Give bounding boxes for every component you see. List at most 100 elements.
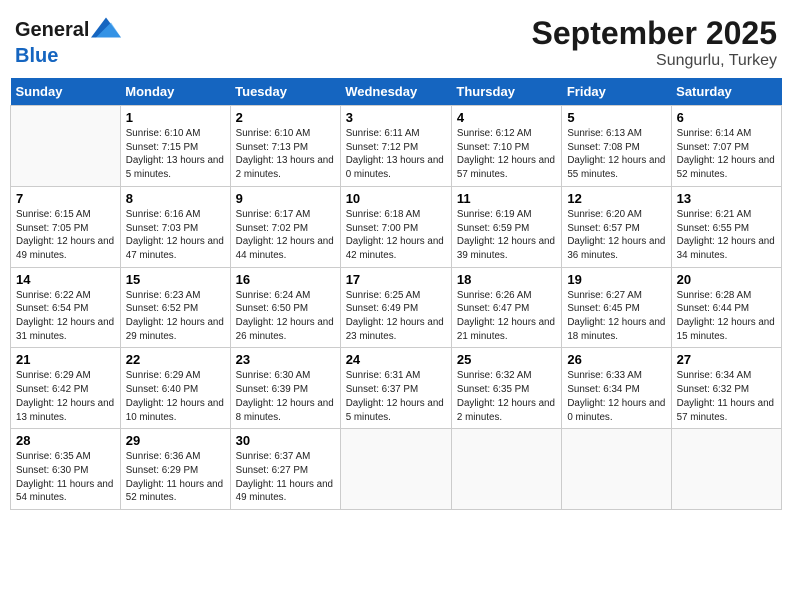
day-number: 14 bbox=[16, 272, 115, 287]
calendar-day-cell: 6 Sunrise: 6:14 AMSunset: 7:07 PMDaylight… bbox=[671, 106, 781, 187]
calendar-day-cell: 24 Sunrise: 6:31 AMSunset: 6:37 PMDayligh… bbox=[340, 348, 451, 429]
logo: General Blue bbox=[15, 15, 121, 67]
day-number: 29 bbox=[126, 433, 225, 448]
logo-text: General bbox=[15, 19, 89, 41]
calendar-day-cell bbox=[671, 429, 781, 510]
calendar-day-cell: 10Sunrise: 6:18 AMSunset: 7:00 PMDayligh… bbox=[340, 186, 451, 267]
day-of-week-header: Monday bbox=[120, 78, 230, 106]
day-number: 24 bbox=[346, 352, 446, 367]
calendar-day-cell: 26 Sunrise: 6:33 AMSunset: 6:34 PMDayligh… bbox=[562, 348, 671, 429]
day-info: Sunrise: 6:14 AMSunset: 7:07 PMDaylight:… bbox=[677, 127, 776, 182]
day-info: Sunrise: 6:27 AMSunset: 6:45 PMDaylight:… bbox=[567, 289, 665, 344]
calendar-day-cell: 27 Sunrise: 6:34 AMSunset: 6:32 PMDayligh… bbox=[671, 348, 781, 429]
day-number: 4 bbox=[457, 110, 556, 125]
day-number: 15 bbox=[126, 272, 225, 287]
calendar-table: SundayMondayTuesdayWednesdayThursdayFrid… bbox=[10, 78, 782, 510]
day-number: 2 bbox=[236, 110, 335, 125]
title-area: September 2025 Sungurlu, Turkey bbox=[532, 15, 777, 70]
calendar-week-row: 14 Sunrise: 6:22 AMSunset: 6:54 PMDayligh… bbox=[11, 267, 782, 348]
day-number: 3 bbox=[346, 110, 446, 125]
calendar-header-row: SundayMondayTuesdayWednesdayThursdayFrid… bbox=[11, 78, 782, 106]
day-number: 26 bbox=[567, 352, 665, 367]
calendar-day-cell: 20Sunrise: 6:28 AMSunset: 6:44 PMDayligh… bbox=[671, 267, 781, 348]
calendar-day-cell: 3 Sunrise: 6:11 AMSunset: 7:12 PMDaylight… bbox=[340, 106, 451, 187]
calendar-week-row: 21 Sunrise: 6:29 AMSunset: 6:42 PMDayligh… bbox=[11, 348, 782, 429]
calendar-day-cell: 30Sunrise: 6:37 AMSunset: 6:27 PMDayligh… bbox=[230, 429, 340, 510]
day-number: 17 bbox=[346, 272, 446, 287]
day-info: Sunrise: 6:33 AMSunset: 6:34 PMDaylight:… bbox=[567, 369, 665, 424]
calendar-day-cell: 15 Sunrise: 6:23 AMSunset: 6:52 PMDayligh… bbox=[120, 267, 230, 348]
calendar-day-cell bbox=[11, 106, 121, 187]
day-of-week-header: Saturday bbox=[671, 78, 781, 106]
day-info: Sunrise: 6:37 AMSunset: 6:27 PMDaylight:… bbox=[236, 450, 335, 505]
day-number: 18 bbox=[457, 272, 556, 287]
calendar-day-cell: 9 Sunrise: 6:17 AMSunset: 7:02 PMDaylight… bbox=[230, 186, 340, 267]
calendar-day-cell: 19 Sunrise: 6:27 AMSunset: 6:45 PMDayligh… bbox=[562, 267, 671, 348]
calendar-week-row: 1Sunrise: 6:10 AMSunset: 7:15 PMDaylight… bbox=[11, 106, 782, 187]
day-info: Sunrise: 6:31 AMSunset: 6:37 PMDaylight:… bbox=[346, 369, 446, 424]
calendar-day-cell: 23 Sunrise: 6:30 AMSunset: 6:39 PMDayligh… bbox=[230, 348, 340, 429]
calendar-day-cell bbox=[451, 429, 561, 510]
day-number: 28 bbox=[16, 433, 115, 448]
day-info: Sunrise: 6:15 AMSunset: 7:05 PMDaylight:… bbox=[16, 208, 115, 263]
calendar-week-row: 7 Sunrise: 6:15 AMSunset: 7:05 PMDaylight… bbox=[11, 186, 782, 267]
calendar-day-cell: 16 Sunrise: 6:24 AMSunset: 6:50 PMDayligh… bbox=[230, 267, 340, 348]
day-info: Sunrise: 6:28 AMSunset: 6:44 PMDaylight:… bbox=[677, 289, 776, 344]
calendar-day-cell: 12 Sunrise: 6:20 AMSunset: 6:57 PMDayligh… bbox=[562, 186, 671, 267]
day-number: 7 bbox=[16, 191, 115, 206]
logo-blue-text: Blue bbox=[15, 45, 121, 67]
calendar-day-cell: 8Sunrise: 6:16 AMSunset: 7:03 PMDaylight… bbox=[120, 186, 230, 267]
day-number: 12 bbox=[567, 191, 665, 206]
calendar-week-row: 28 Sunrise: 6:35 AMSunset: 6:30 PMDayligh… bbox=[11, 429, 782, 510]
day-number: 16 bbox=[236, 272, 335, 287]
day-number: 6 bbox=[677, 110, 776, 125]
day-info: Sunrise: 6:32 AMSunset: 6:35 PMDaylight:… bbox=[457, 369, 556, 424]
day-info: Sunrise: 6:17 AMSunset: 7:02 PMDaylight:… bbox=[236, 208, 335, 263]
calendar-day-cell: 28 Sunrise: 6:35 AMSunset: 6:30 PMDayligh… bbox=[11, 429, 121, 510]
subtitle: Sungurlu, Turkey bbox=[532, 52, 777, 70]
calendar-day-cell: 5 Sunrise: 6:13 AMSunset: 7:08 PMDaylight… bbox=[562, 106, 671, 187]
day-of-week-header: Tuesday bbox=[230, 78, 340, 106]
day-number: 27 bbox=[677, 352, 776, 367]
day-info: Sunrise: 6:24 AMSunset: 6:50 PMDaylight:… bbox=[236, 289, 335, 344]
calendar-day-cell: 2Sunrise: 6:10 AMSunset: 7:13 PMDaylight… bbox=[230, 106, 340, 187]
day-of-week-header: Friday bbox=[562, 78, 671, 106]
header: General Blue September 2025 Sungurlu, Tu… bbox=[10, 10, 782, 70]
day-info: Sunrise: 6:20 AMSunset: 6:57 PMDaylight:… bbox=[567, 208, 665, 263]
day-info: Sunrise: 6:11 AMSunset: 7:12 PMDaylight:… bbox=[346, 127, 446, 182]
main-title: September 2025 bbox=[532, 15, 777, 52]
day-number: 11 bbox=[457, 191, 556, 206]
day-info: Sunrise: 6:35 AMSunset: 6:30 PMDaylight:… bbox=[16, 450, 115, 505]
day-info: Sunrise: 6:30 AMSunset: 6:39 PMDaylight:… bbox=[236, 369, 335, 424]
day-number: 21 bbox=[16, 352, 115, 367]
calendar-day-cell: 13 Sunrise: 6:21 AMSunset: 6:55 PMDayligh… bbox=[671, 186, 781, 267]
calendar-day-cell: 18 Sunrise: 6:26 AMSunset: 6:47 PMDayligh… bbox=[451, 267, 561, 348]
calendar-day-cell: 7 Sunrise: 6:15 AMSunset: 7:05 PMDaylight… bbox=[11, 186, 121, 267]
day-of-week-header: Wednesday bbox=[340, 78, 451, 106]
day-info: Sunrise: 6:26 AMSunset: 6:47 PMDaylight:… bbox=[457, 289, 556, 344]
day-info: Sunrise: 6:29 AMSunset: 6:42 PMDaylight:… bbox=[16, 369, 115, 424]
day-info: Sunrise: 6:22 AMSunset: 6:54 PMDaylight:… bbox=[16, 289, 115, 344]
day-info: Sunrise: 6:25 AMSunset: 6:49 PMDaylight:… bbox=[346, 289, 446, 344]
day-info: Sunrise: 6:19 AMSunset: 6:59 PMDaylight:… bbox=[457, 208, 556, 263]
day-info: Sunrise: 6:36 AMSunset: 6:29 PMDaylight:… bbox=[126, 450, 225, 505]
day-info: Sunrise: 6:21 AMSunset: 6:55 PMDaylight:… bbox=[677, 208, 776, 263]
calendar-day-cell: 11 Sunrise: 6:19 AMSunset: 6:59 PMDayligh… bbox=[451, 186, 561, 267]
day-number: 10 bbox=[346, 191, 446, 206]
day-number: 5 bbox=[567, 110, 665, 125]
day-info: Sunrise: 6:34 AMSunset: 6:32 PMDaylight:… bbox=[677, 369, 776, 424]
calendar-day-cell: 14 Sunrise: 6:22 AMSunset: 6:54 PMDayligh… bbox=[11, 267, 121, 348]
day-info: Sunrise: 6:13 AMSunset: 7:08 PMDaylight:… bbox=[567, 127, 665, 182]
day-of-week-header: Sunday bbox=[11, 78, 121, 106]
day-info: Sunrise: 6:12 AMSunset: 7:10 PMDaylight:… bbox=[457, 127, 556, 182]
day-info: Sunrise: 6:23 AMSunset: 6:52 PMDaylight:… bbox=[126, 289, 225, 344]
calendar-day-cell: 4 Sunrise: 6:12 AMSunset: 7:10 PMDaylight… bbox=[451, 106, 561, 187]
day-number: 1 bbox=[126, 110, 225, 125]
calendar-day-cell bbox=[562, 429, 671, 510]
day-number: 9 bbox=[236, 191, 335, 206]
day-number: 19 bbox=[567, 272, 665, 287]
calendar-day-cell: 25Sunrise: 6:32 AMSunset: 6:35 PMDayligh… bbox=[451, 348, 561, 429]
day-number: 23 bbox=[236, 352, 335, 367]
day-number: 13 bbox=[677, 191, 776, 206]
day-of-week-header: Thursday bbox=[451, 78, 561, 106]
